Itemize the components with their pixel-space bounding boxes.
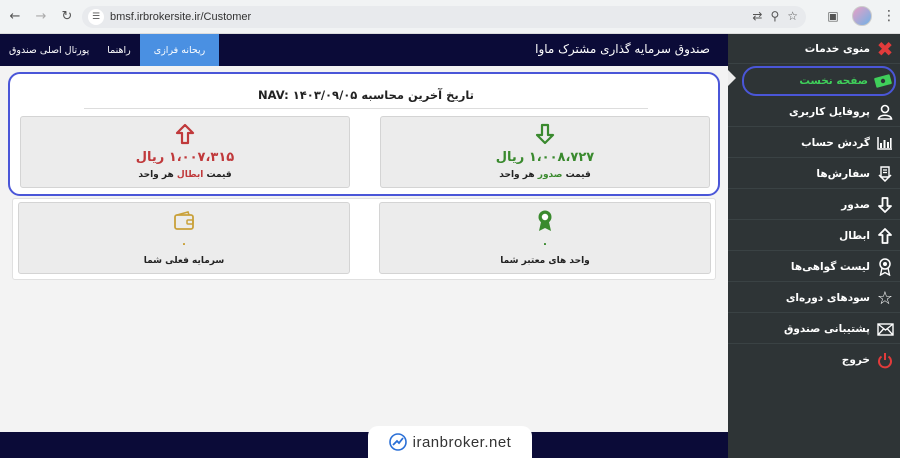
sidebar-item-label: سفارش‌ها	[816, 167, 870, 180]
arrow-down-icon	[381, 123, 709, 145]
arrow-down-icon	[876, 196, 894, 214]
sidebar-item-home[interactable]: صفحه نخست	[742, 66, 896, 96]
star-icon: ☆	[876, 287, 894, 309]
sidebar-item-redeem[interactable]: ابطال	[728, 221, 900, 251]
sidebar-item-issue[interactable]: صدور	[728, 190, 900, 220]
redeem-price-card: ۱،۰۰۷،۳۱۵ ریال قیمت ابطال هر واحد	[20, 116, 350, 188]
site-title: صندوق سرمایه گذاری مشترک ماوا	[535, 42, 710, 56]
portal-link[interactable]: پورتال اصلی صندوق	[0, 34, 98, 66]
capital-value: ۰	[180, 237, 188, 250]
watermark-text: iranbroker.net	[412, 433, 512, 451]
units-label: واحد های معتبر شما	[500, 256, 590, 266]
sidebar-item-support[interactable]: پشتیبانی صندوق	[728, 314, 900, 344]
nav-date-title: تاریخ آخرین محاسبه NAV: ۱۴۰۳/۰۹/۰۵	[258, 88, 474, 102]
divider	[84, 108, 648, 109]
units-card: ۰ واحد های معتبر شما	[379, 202, 711, 274]
arrow-up-icon	[21, 123, 349, 145]
power-icon	[876, 351, 894, 369]
user-name-button[interactable]: ریحانه فرازی	[139, 34, 220, 66]
mail-icon	[876, 320, 894, 338]
sidebar-item-label: ابطال	[839, 229, 870, 242]
help-link[interactable]: راهنما	[98, 34, 140, 66]
bookmark-star-icon[interactable]: ☆	[787, 9, 798, 23]
menu-dots-icon[interactable]: ⋮	[882, 8, 896, 24]
sidebar-item-label: خروج	[841, 354, 870, 366]
capital-label: سرمایه فعلی شما	[143, 256, 225, 266]
site-settings-icon[interactable]: ☰	[88, 9, 104, 25]
main-content: تاریخ آخرین محاسبه NAV: ۱۴۰۳/۰۹/۰۵ ۱،۰۰۷…	[0, 66, 728, 432]
sidebar-item-label: گردش حساب	[801, 136, 870, 149]
back-icon[interactable]: ←	[4, 6, 26, 28]
sidebar: منوی خدمات ✖ صفحه نخست پروفایل کاربری گر…	[728, 34, 900, 458]
header-links: پورتال اصلی صندوق راهنما ریحانه فرازی	[0, 34, 220, 66]
sidebar-item-logout[interactable]: خروج	[728, 345, 900, 375]
arrow-up-icon	[876, 227, 894, 245]
issue-price-value: ۱،۰۰۸،۷۲۷ ریال	[495, 150, 595, 165]
certificate-icon	[876, 258, 894, 276]
sidebar-item-label: صفحه نخست	[799, 75, 868, 87]
sidebar-item-periodic-profits[interactable]: سودهای دوره‌ای ☆	[728, 283, 900, 313]
translate-icon[interactable]: ⇄	[752, 9, 762, 23]
issue-price-card: ۱،۰۰۸،۷۲۷ ریال قیمت صدور هر واحد	[380, 116, 710, 188]
capital-card: ۰ سرمایه فعلی شما	[18, 202, 350, 274]
sidebar-item-label: پشتیبانی صندوق	[783, 322, 870, 335]
redeem-price-label: قیمت ابطال هر واحد	[138, 170, 232, 180]
sidebar-item-label: سودهای دوره‌ای	[785, 291, 870, 304]
wallet-icon	[19, 211, 349, 231]
url-text: bmsf.irbrokersite.ir/Customer	[110, 11, 252, 23]
close-x-icon[interactable]: ✖	[876, 37, 894, 61]
redeem-price-value: ۱،۰۰۷،۳۱۵ ریال	[135, 150, 235, 165]
sidebar-item-profile[interactable]: پروفایل کاربری	[728, 97, 900, 127]
units-value: ۰	[541, 237, 549, 250]
sidebar-item-certificates[interactable]: لیست گواهی‌ها	[728, 252, 900, 282]
summary-panel: ۰ سرمایه فعلی شما ۰ واحد های معتبر شما	[12, 198, 716, 280]
zoom-icon[interactable]: ⚲	[770, 9, 779, 23]
reload-icon[interactable]: ↻	[56, 6, 78, 28]
browser-toolbar: ← → ↻ ☰ bmsf.irbrokersite.ir/Customer ⇄ …	[0, 0, 900, 34]
user-icon	[876, 103, 894, 121]
sidebar-item-account-turnover[interactable]: گردش حساب	[728, 128, 900, 158]
address-bar[interactable]: ☰ bmsf.irbrokersite.ir/Customer ⇄ ⚲ ☆	[82, 6, 806, 28]
money-icon	[874, 72, 892, 90]
watermark: iranbroker.net	[368, 426, 532, 458]
award-medal-icon	[380, 209, 710, 233]
sidebar-item-label: لیست گواهی‌ها	[790, 260, 870, 273]
forward-icon[interactable]: →	[30, 6, 52, 28]
profile-avatar[interactable]	[852, 6, 872, 26]
active-notch	[728, 70, 736, 86]
sidebar-item-orders[interactable]: سفارش‌ها	[728, 159, 900, 189]
orders-icon	[876, 165, 894, 183]
bar-chart-icon	[876, 134, 894, 152]
sidebar-item-label: پروفایل کاربری	[789, 105, 870, 118]
site-header: پورتال اصلی صندوق راهنما ریحانه فرازی صن…	[0, 34, 728, 66]
footer-bar	[0, 432, 728, 458]
trend-icon	[388, 433, 407, 451]
sidebar-item-label: صدور	[841, 198, 870, 211]
issue-price-label: قیمت صدور هر واحد	[499, 170, 591, 180]
nav-panel: تاریخ آخرین محاسبه NAV: ۱۴۰۳/۰۹/۰۵ ۱،۰۰۷…	[8, 72, 720, 196]
sidebar-item-services-menu[interactable]: منوی خدمات ✖	[728, 34, 900, 64]
extensions-icon[interactable]: ▣	[824, 7, 842, 25]
sidebar-item-label: منوی خدمات	[804, 42, 870, 55]
